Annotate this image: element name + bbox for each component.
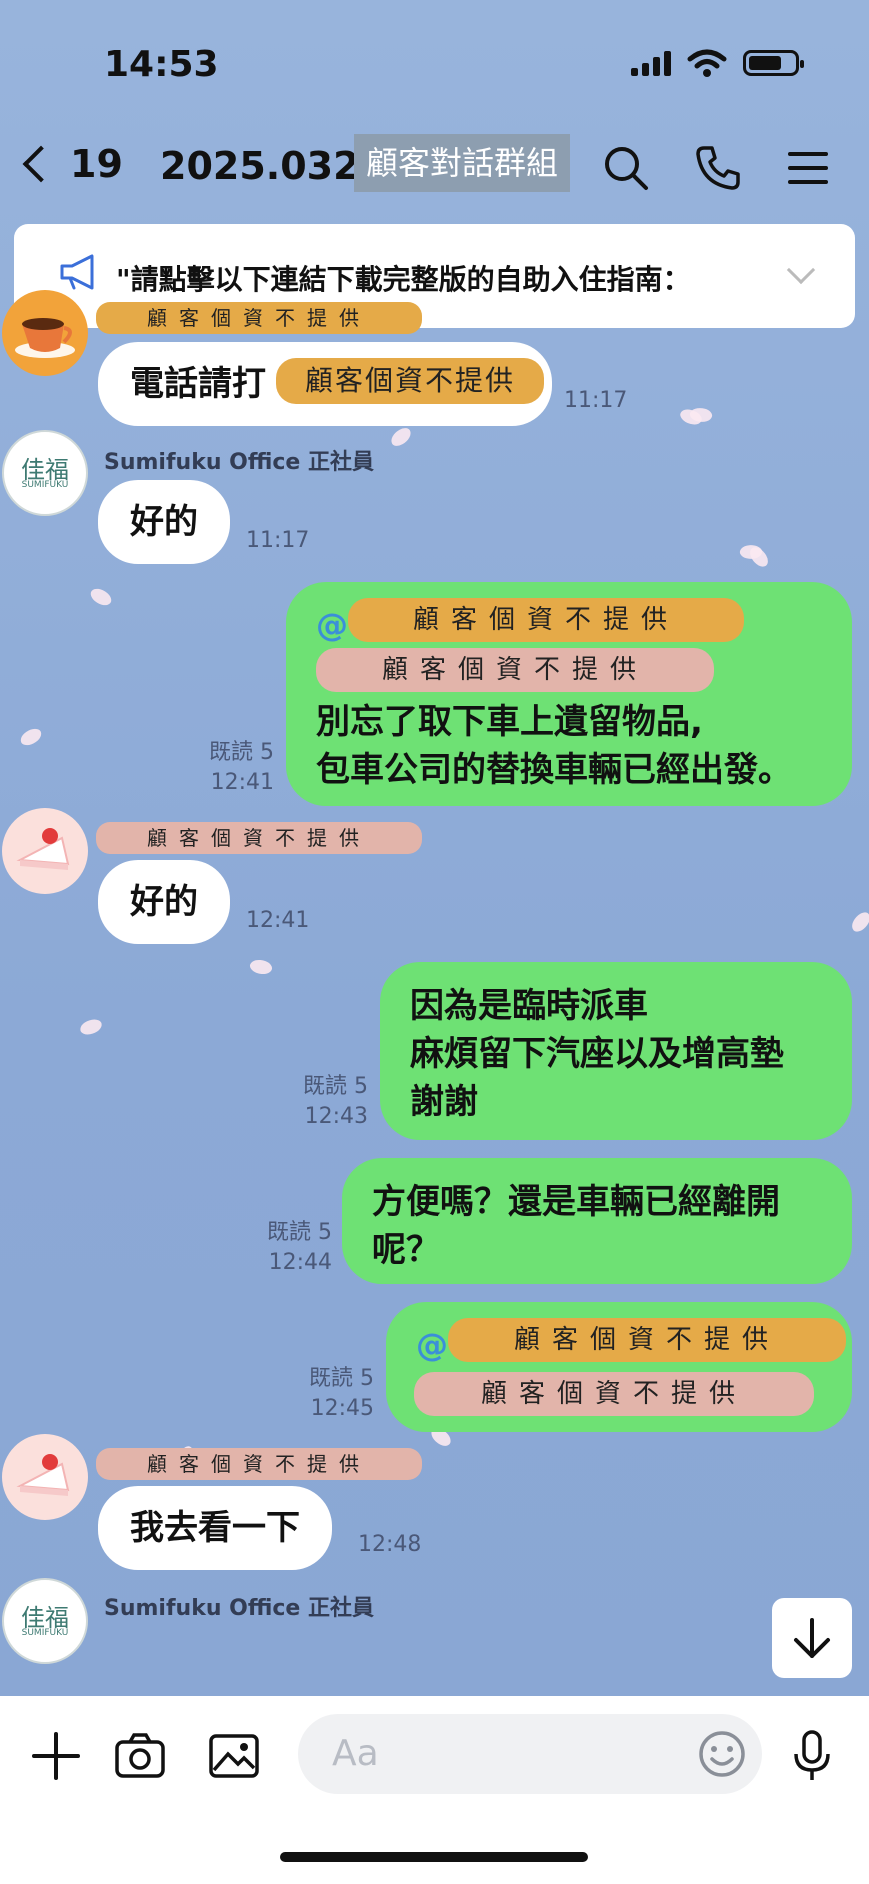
back-count: 19 xyxy=(70,142,123,186)
chevron-left-icon xyxy=(22,145,60,183)
read-count: 既読 5 xyxy=(303,1074,368,1099)
announcement-text: "請點擊以下連結下載完整版的自助入住指南： xyxy=(116,263,691,296)
read-count: 既読 5 xyxy=(209,740,274,765)
petal-decoration xyxy=(848,909,869,935)
message-line: 麻煩留下汽座以及增高墊 xyxy=(410,1034,784,1074)
petal-decoration xyxy=(387,425,415,449)
message-time: 12:41 xyxy=(210,770,274,795)
message-line: 方便嗎？還是車輛已經離開 xyxy=(372,1182,780,1222)
menu-icon[interactable] xyxy=(784,144,832,192)
mention-redacted: 顧客個資不提供 xyxy=(414,1372,814,1416)
back-button[interactable]: 19 xyxy=(22,142,123,186)
mention-at: @ xyxy=(416,1326,448,1364)
emoji-icon[interactable] xyxy=(694,1726,750,1782)
message-line: 包車公司的替換車輛已經出發。 xyxy=(316,750,792,790)
message-bubble[interactable]: 我去看一下 xyxy=(98,1486,332,1570)
message-time: 12:45 xyxy=(310,1396,374,1421)
message-time: 11:17 xyxy=(246,528,310,553)
message-bubble-outgoing[interactable]: 因為是臨時派車 麻煩留下汽座以及增高墊 謝謝 xyxy=(380,962,852,1140)
read-receipt: 既読 5 12:41 xyxy=(196,738,274,798)
image-icon[interactable] xyxy=(206,1728,262,1784)
wifi-icon xyxy=(687,49,727,77)
cake-icon xyxy=(16,828,70,870)
petal-decoration xyxy=(88,584,114,610)
search-icon[interactable] xyxy=(602,144,650,192)
signal-icon xyxy=(631,50,671,76)
sender-name: Sumifuku Office 正社員 xyxy=(104,1596,375,1621)
message-text: 好的 xyxy=(130,502,198,542)
megaphone-icon xyxy=(60,254,94,290)
chat-title: 2025.032. xyxy=(160,144,374,188)
read-count: 既読 5 xyxy=(267,1220,332,1245)
status-icons xyxy=(631,48,804,78)
avatar-logo-subtext: SUMIFUKU xyxy=(21,480,69,490)
plus-icon[interactable] xyxy=(28,1728,84,1784)
message-text: 別忘了取下車上遺留物品, 包車公司的替換車輛已經出發。 xyxy=(316,698,792,794)
redacted-phone: 顧客個資不提供 xyxy=(276,358,544,404)
mention-redacted: 顧客個資不提供 xyxy=(448,1318,846,1362)
avatar-logo-subtext: SUMIFUKU xyxy=(21,1628,69,1638)
mention-redacted: 顧客個資不提供 xyxy=(348,598,744,642)
read-receipt: 既読 5 12:44 xyxy=(254,1218,332,1278)
message-time: 12:48 xyxy=(358,1532,422,1557)
sender-name-redacted: 顧客個資不提供 xyxy=(96,302,422,334)
camera-icon[interactable] xyxy=(112,1728,168,1784)
avatar[interactable] xyxy=(2,290,88,376)
home-indicator xyxy=(280,1852,588,1862)
message-text: 電話請打 xyxy=(130,364,266,404)
sender-name-redacted: 顧客個資不提供 xyxy=(96,1448,422,1480)
avatar[interactable]: 佳福 SUMIFUKU xyxy=(2,430,88,516)
chat-title-redacted: 顧客對話群組 xyxy=(354,134,571,192)
mention-at: @ xyxy=(316,606,348,644)
read-count: 既読 5 xyxy=(309,1366,374,1391)
chat-header: 19 2025.032. 顧客對話群組 xyxy=(0,122,869,214)
message-time: 12:43 xyxy=(304,1104,368,1129)
avatar[interactable]: 佳福 SUMIFUKU xyxy=(2,1578,88,1664)
message-time: 11:17 xyxy=(564,388,628,413)
cake-icon xyxy=(16,1454,70,1496)
phone-icon[interactable] xyxy=(694,144,742,192)
petal-decoration xyxy=(18,726,44,748)
read-receipt: 既読 5 12:45 xyxy=(296,1364,374,1424)
battery-icon xyxy=(743,50,804,76)
message-line: 呢？ xyxy=(372,1230,440,1270)
microphone-icon[interactable] xyxy=(784,1728,840,1784)
status-time: 14:53 xyxy=(104,44,219,85)
read-receipt: 既読 5 12:43 xyxy=(290,1072,368,1132)
scroll-to-bottom-button[interactable] xyxy=(772,1598,852,1678)
message-line: 因為是臨時派車 xyxy=(410,986,648,1026)
petal-decoration xyxy=(248,956,274,978)
message-text: 我去看一下 xyxy=(130,1508,300,1548)
sender-name: Sumifuku Office 正社員 xyxy=(104,450,375,475)
message-line: 謝謝 xyxy=(410,1082,478,1122)
avatar[interactable] xyxy=(2,1434,88,1520)
message-text: 好的 xyxy=(130,882,198,922)
message-line: 別忘了取下車上遺留物品, xyxy=(316,702,703,742)
sender-name-redacted: 顧客個資不提供 xyxy=(96,822,422,854)
message-bubble[interactable]: 好的 xyxy=(98,480,230,564)
mention-redacted: 顧客個資不提供 xyxy=(316,648,714,692)
petal-decoration xyxy=(78,1018,104,1036)
message-time: 12:44 xyxy=(268,1250,332,1275)
chevron-down-icon[interactable] xyxy=(786,255,816,285)
coffee-cup-icon xyxy=(15,318,75,358)
avatar[interactable] xyxy=(2,808,88,894)
message-time: 12:41 xyxy=(246,908,310,933)
message-bubble-outgoing[interactable]: 方便嗎？還是車輛已經離開 呢？ xyxy=(342,1158,852,1284)
message-bubble[interactable]: 好的 xyxy=(98,860,230,944)
message-input[interactable]: Aa xyxy=(298,1714,762,1794)
arrow-down-icon xyxy=(794,1618,830,1658)
